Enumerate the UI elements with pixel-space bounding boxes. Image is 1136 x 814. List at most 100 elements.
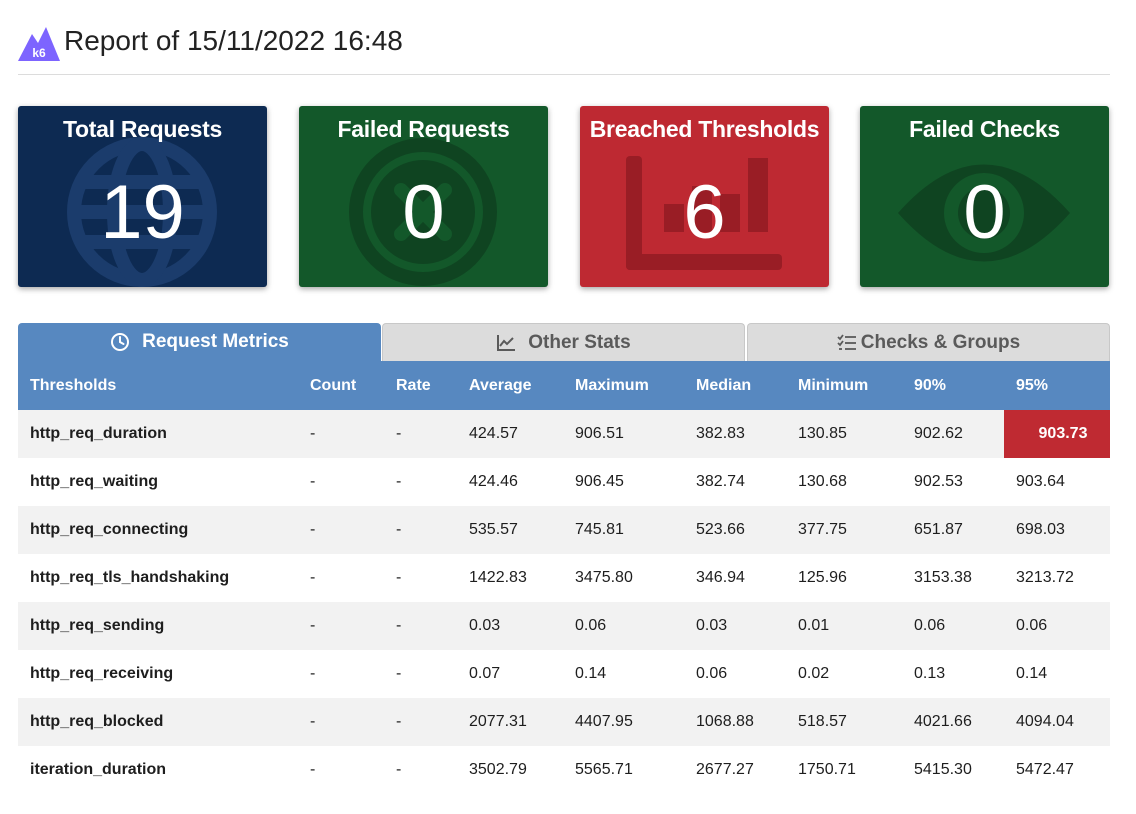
chart-line-icon [497, 334, 516, 351]
table-row: http_req_connecting - - 535.57 745.81 52… [18, 506, 1110, 554]
column-header: Minimum [798, 376, 869, 394]
table-row: iteration_duration - - 3502.79 5565.71 2… [18, 746, 1110, 794]
card-title: Breached Thresholds [589, 116, 820, 142]
metric-median: 382.74 [696, 473, 745, 490]
metric-minimum: 130.85 [798, 425, 847, 442]
metric-median: 0.06 [696, 665, 728, 682]
table-row: http_req_waiting - - 424.46 906.45 382.7… [18, 458, 1110, 506]
metric-p90: 902.62 [914, 425, 963, 442]
tab-label: Other Stats [528, 331, 631, 353]
card-value: 0 [402, 170, 445, 255]
metric-p90: 5415.30 [914, 761, 972, 778]
card-value: 6 [683, 170, 726, 255]
page-title: Report of 15/11/2022 16:48 [64, 25, 403, 56]
column-header: 95% [1016, 376, 1049, 394]
metric-p95: 4094.04 [1016, 713, 1074, 730]
metric-average: 3502.79 [469, 761, 527, 778]
metric-count: - [310, 713, 316, 730]
request-metrics-table: Thresholds Count Rate Average Maximum Me… [18, 361, 1110, 794]
metric-average: 0.07 [469, 665, 501, 682]
metric-rate: - [396, 665, 402, 682]
column-header: Median [696, 376, 752, 394]
metric-minimum: 0.02 [798, 665, 830, 682]
metric-p95: 5472.47 [1016, 761, 1074, 778]
metric-p90: 3153.38 [914, 569, 972, 586]
metric-count: - [310, 665, 316, 682]
tab-request-metrics[interactable]: Request Metrics [18, 323, 381, 361]
metric-maximum: 4407.95 [575, 713, 633, 730]
metric-p90: 902.53 [914, 473, 963, 490]
table-row: http_req_receiving - - 0.07 0.14 0.06 0.… [18, 650, 1110, 698]
tab-label: Request Metrics [142, 331, 289, 352]
column-header: Thresholds [30, 376, 117, 394]
metric-p95: 0.14 [1016, 665, 1048, 682]
table-header-row: Thresholds Count Rate Average Maximum Me… [18, 361, 1110, 410]
metric-maximum: 0.06 [575, 617, 607, 634]
table-row: http_req_sending - - 0.03 0.06 0.03 0.01… [18, 602, 1110, 650]
metric-minimum: 518.57 [798, 713, 847, 730]
metric-name: http_req_blocked [30, 713, 164, 730]
report-header: k6 Report of 15/11/2022 16:48 [18, 22, 1110, 75]
metric-name: http_req_waiting [30, 473, 159, 490]
metric-p95: 0.06 [1016, 617, 1048, 634]
metric-median: 0.03 [696, 617, 728, 634]
metric-p90: 0.13 [914, 665, 946, 682]
card-title: Failed Requests [337, 116, 510, 142]
metric-p90: 651.87 [914, 521, 963, 538]
metric-name: http_req_tls_handshaking [30, 569, 230, 586]
metric-minimum: 1750.71 [798, 761, 856, 778]
column-header: 90% [914, 376, 947, 394]
metric-name: http_req_receiving [30, 665, 174, 682]
tab-bar: Request Metrics Other Stats Checks & Gro… [18, 323, 1110, 361]
metric-name: http_req_duration [30, 425, 167, 442]
metric-count: - [310, 425, 316, 442]
metric-count: - [310, 521, 316, 538]
metric-average: 424.57 [469, 425, 518, 442]
metric-rate: - [396, 713, 402, 730]
metric-count: - [310, 473, 316, 490]
tab-checks-groups[interactable]: Checks & Groups [747, 323, 1110, 361]
metric-name: iteration_duration [30, 761, 167, 778]
metric-maximum: 906.45 [575, 473, 624, 490]
clock-icon [111, 333, 130, 351]
metric-maximum: 906.51 [575, 425, 624, 442]
card-breached-thresholds: Breached Thresholds 6 [580, 106, 829, 287]
metric-minimum: 125.96 [798, 569, 847, 586]
metric-p95-breached: 903.73 [1004, 410, 1110, 458]
metric-p95: 3213.72 [1016, 569, 1074, 586]
card-failed-requests: Failed Requests 0 [299, 106, 548, 287]
metric-rate: - [396, 473, 402, 490]
metric-count: - [310, 617, 316, 634]
metric-p90: 0.06 [914, 617, 946, 634]
column-header: Maximum [575, 376, 649, 394]
metric-median: 382.83 [696, 425, 745, 442]
metric-minimum: 377.75 [798, 521, 847, 538]
metric-median: 346.94 [696, 569, 745, 586]
metric-rate: - [396, 425, 402, 442]
svg-text:k6: k6 [32, 46, 46, 60]
metric-minimum: 130.68 [798, 473, 847, 490]
metric-maximum: 0.14 [575, 665, 607, 682]
table-row: http_req_tls_handshaking - - 1422.83 347… [18, 554, 1110, 602]
metric-name: http_req_sending [30, 617, 165, 634]
metric-average: 535.57 [469, 521, 518, 538]
metric-rate: - [396, 761, 402, 778]
table-row: http_req_duration - - 424.57 906.51 382.… [18, 410, 1110, 458]
summary-cards: Total Requests 19 Failed Requests 0 Brea… [18, 106, 1110, 288]
tasks-icon [837, 333, 856, 350]
metric-average: 1422.83 [469, 569, 527, 586]
card-value: 0 [963, 170, 1006, 255]
metric-rate: - [396, 521, 402, 538]
metric-count: - [310, 569, 316, 586]
metric-average: 0.03 [469, 617, 501, 634]
tab-other-stats[interactable]: Other Stats [382, 323, 745, 361]
metric-p90: 4021.66 [914, 713, 972, 730]
column-header: Average [469, 376, 532, 394]
metric-name: http_req_connecting [30, 521, 189, 538]
metric-rate: - [396, 617, 402, 634]
card-failed-checks: Failed Checks 0 [860, 106, 1109, 287]
metric-maximum: 745.81 [575, 521, 624, 538]
card-title: Total Requests [63, 116, 222, 142]
metric-count: - [310, 761, 316, 778]
metric-maximum: 5565.71 [575, 761, 633, 778]
